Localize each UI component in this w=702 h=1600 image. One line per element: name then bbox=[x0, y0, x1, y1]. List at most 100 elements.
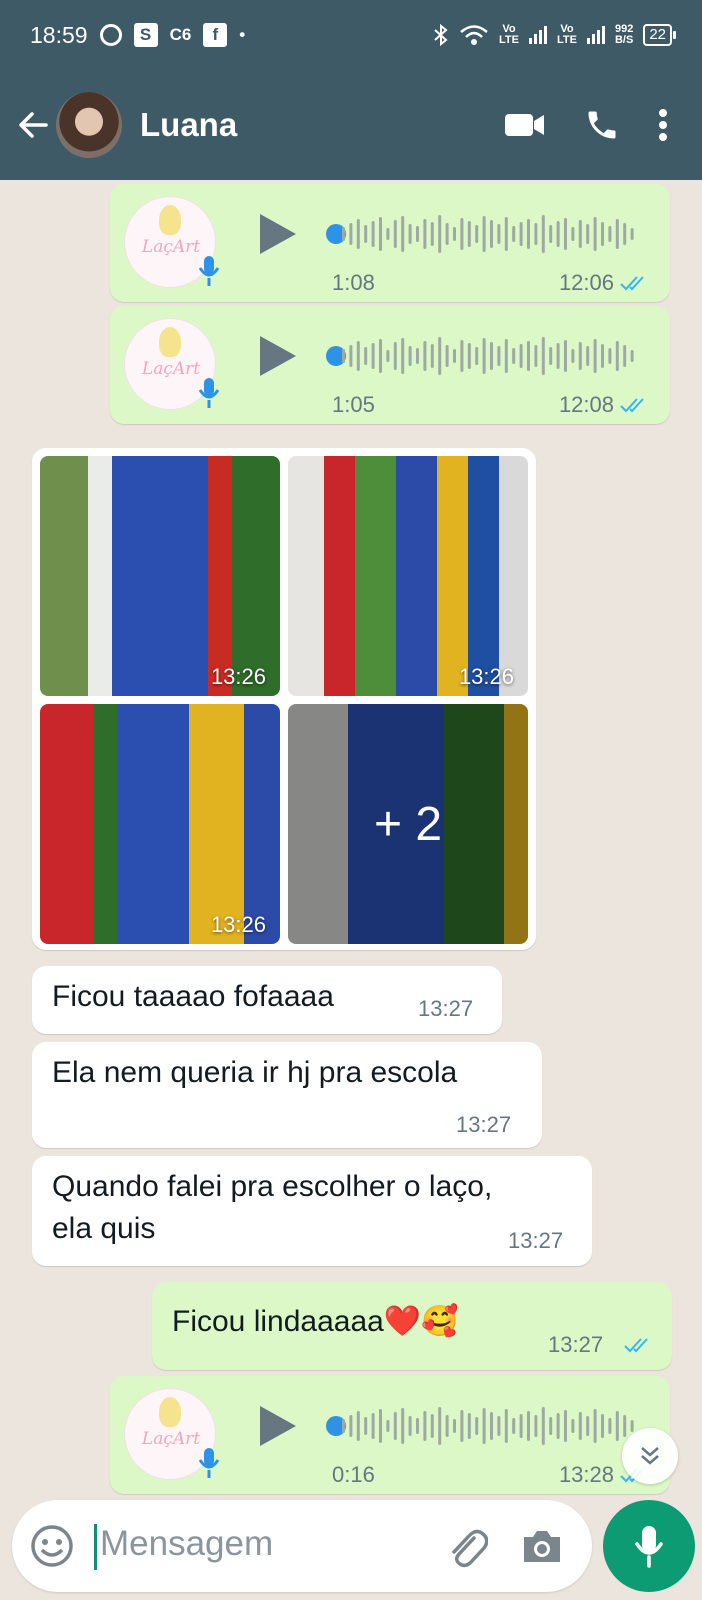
contact-name[interactable]: Luana bbox=[140, 106, 237, 144]
waveform-bar bbox=[564, 218, 567, 250]
waveform-bar bbox=[356, 1411, 360, 1441]
waveform-bar bbox=[475, 225, 479, 243]
waveform-bar bbox=[408, 224, 412, 244]
waveform-bar bbox=[497, 346, 501, 366]
play-icon[interactable] bbox=[258, 1404, 298, 1448]
waveform-bar bbox=[593, 217, 597, 251]
top-bar: 18:59 S C6 f • Vo LTE Vo LTE 992 B/S 22 … bbox=[0, 0, 702, 180]
voice-call-icon[interactable] bbox=[584, 107, 620, 143]
signal-icon bbox=[528, 26, 547, 44]
waveform-bar bbox=[527, 1411, 530, 1441]
waveform-bar bbox=[512, 1418, 516, 1434]
message-text: ela quis bbox=[52, 1212, 156, 1245]
sync-icon bbox=[99, 24, 122, 46]
waveform-bar bbox=[541, 1407, 545, 1445]
message-input-bar: Mensagem bbox=[12, 1500, 592, 1592]
waveform-bar bbox=[430, 1414, 434, 1438]
voice-duration: 1:08 bbox=[332, 270, 375, 295]
waveform-bar bbox=[445, 345, 449, 367]
waveform-bar bbox=[401, 338, 405, 374]
waveform-bar bbox=[349, 223, 353, 245]
camera-icon[interactable] bbox=[520, 1524, 564, 1568]
waveform-bar bbox=[504, 1409, 508, 1443]
photo-thumbnail[interactable]: 13:26 bbox=[40, 704, 280, 944]
text-cursor bbox=[94, 1524, 97, 1570]
waveform-bar bbox=[549, 347, 553, 365]
double-chevron-down-icon bbox=[641, 1447, 659, 1465]
waveform-bar bbox=[556, 343, 560, 369]
waveform-bar bbox=[564, 1410, 567, 1442]
waveform-bar bbox=[527, 341, 530, 371]
photo-album: 13:26 13:26 13:26 + 2 bbox=[32, 448, 536, 950]
outgoing-message: Ficou lindaaaaa❤️🥰 13:27 bbox=[152, 1282, 672, 1370]
emoji-icon[interactable] bbox=[30, 1524, 74, 1568]
more-photos-overlay[interactable]: + 2 bbox=[288, 704, 528, 944]
waveform-bar bbox=[386, 350, 390, 362]
waveform-bar bbox=[371, 343, 375, 369]
waveform[interactable] bbox=[342, 1402, 642, 1450]
waveform-bar bbox=[497, 1416, 501, 1436]
video-call-icon[interactable] bbox=[504, 111, 546, 139]
waveform-bar bbox=[423, 1411, 427, 1441]
waveform-bar bbox=[578, 220, 582, 248]
waveform-bar bbox=[349, 1415, 353, 1437]
waveform-bar bbox=[379, 1409, 382, 1443]
waveform-bar bbox=[541, 215, 545, 253]
photo-thumbnail[interactable]: + 2 bbox=[288, 704, 528, 944]
waveform-bar bbox=[593, 339, 597, 373]
waveform-bar bbox=[482, 216, 486, 252]
waveform[interactable] bbox=[342, 332, 642, 380]
message-time: 13:27 bbox=[548, 1332, 604, 1357]
message-input[interactable]: Mensagem bbox=[100, 1524, 273, 1564]
waveform-bar bbox=[393, 220, 397, 248]
waveform-bar bbox=[342, 349, 345, 363]
waveform-bar bbox=[460, 218, 464, 250]
incoming-message: Ela nem queria ir hj pra escola 13:27 bbox=[32, 1042, 542, 1148]
waveform-bar bbox=[504, 217, 508, 251]
photo-thumbnail[interactable]: 13:26 bbox=[288, 456, 528, 696]
incoming-message: Ficou taaaao fofaaaa 13:27 bbox=[32, 966, 502, 1034]
waveform-bar bbox=[386, 1420, 390, 1432]
waveform-bar bbox=[467, 343, 471, 369]
waveform-bar bbox=[630, 228, 634, 240]
photo-thumbnail[interactable]: 13:26 bbox=[40, 456, 280, 696]
attach-icon[interactable] bbox=[444, 1524, 488, 1568]
waveform[interactable] bbox=[342, 210, 642, 258]
play-icon[interactable] bbox=[258, 334, 298, 378]
avatar[interactable] bbox=[56, 92, 122, 158]
waveform-bar bbox=[519, 222, 523, 246]
signal-icon bbox=[586, 26, 605, 44]
s-app-icon: S bbox=[133, 23, 158, 47]
voice-record-button[interactable] bbox=[603, 1500, 695, 1592]
waveform-bar bbox=[490, 1412, 493, 1440]
waveform-bar bbox=[593, 1409, 597, 1443]
play-icon[interactable] bbox=[258, 212, 298, 256]
waveform-bar bbox=[342, 227, 345, 241]
waveform-bar bbox=[393, 342, 397, 370]
waveform-bar bbox=[623, 345, 627, 367]
waveform-bar bbox=[349, 345, 353, 367]
volte-icon: Vo LTE bbox=[499, 23, 519, 46]
waveform-bar bbox=[364, 347, 368, 365]
waveform-bar bbox=[356, 341, 360, 371]
waveform-bar bbox=[386, 228, 390, 240]
voice-message: LaçArt 0:16 13:28 bbox=[110, 1376, 670, 1494]
waveform-bar bbox=[423, 219, 427, 249]
waveform-bar bbox=[438, 337, 442, 375]
back-arrow-icon[interactable] bbox=[16, 108, 50, 142]
waveform-bar bbox=[623, 1415, 627, 1437]
waveform-bar bbox=[408, 1416, 412, 1436]
battery-icon: 22 bbox=[643, 24, 676, 46]
waveform-bar bbox=[512, 348, 516, 364]
waveform-bar bbox=[564, 340, 567, 372]
waveform-bar bbox=[364, 225, 368, 243]
message-time: 13:27 bbox=[418, 996, 474, 1021]
scroll-to-bottom-button[interactable] bbox=[622, 1428, 678, 1484]
waveform-bar bbox=[482, 1408, 486, 1444]
waveform-bar bbox=[601, 222, 604, 246]
waveform-bar bbox=[379, 339, 382, 373]
waveform-bar bbox=[356, 219, 360, 249]
more-options-icon[interactable] bbox=[658, 108, 668, 142]
waveform-bar bbox=[556, 1413, 560, 1439]
read-ticks-icon bbox=[624, 1338, 648, 1353]
